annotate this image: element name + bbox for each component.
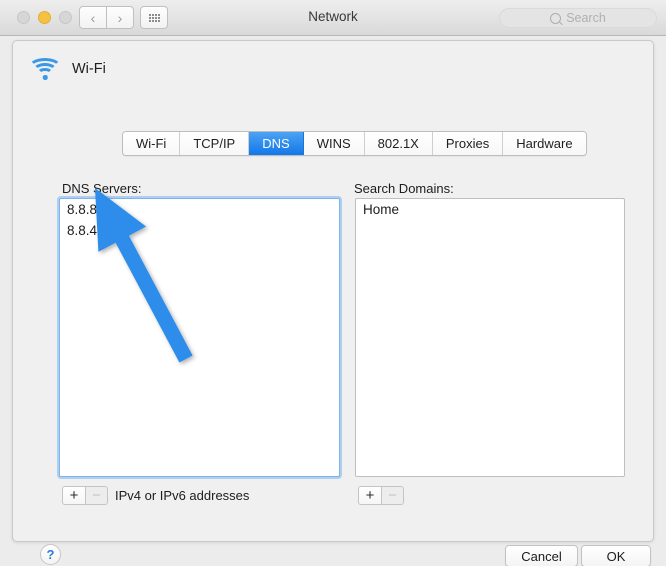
settings-tab-bar: Wi-Fi TCP/IP DNS WINS 802.1X Proxies Har… bbox=[122, 131, 587, 156]
tab-proxies[interactable]: Proxies bbox=[432, 132, 504, 155]
add-dns-server-button[interactable]: + bbox=[62, 486, 85, 505]
list-item[interactable]: 8.8.8.8 bbox=[60, 199, 339, 220]
dns-settings-sheet: Wi-Fi Wi-Fi TCP/IP DNS WINS 802.1X Proxi… bbox=[12, 40, 654, 566]
dns-servers-caption: IPv4 or IPv6 addresses bbox=[115, 488, 250, 503]
network-preferences-window: ‹ › Network Search Wi-Fi Wi-Fi TCP/IP DN… bbox=[0, 0, 666, 566]
dns-servers-add-remove-group: + − bbox=[62, 486, 108, 505]
search-icon bbox=[550, 12, 562, 24]
tab-hardware[interactable]: Hardware bbox=[503, 132, 586, 155]
tab-tcpip[interactable]: TCP/IP bbox=[180, 132, 250, 155]
tab-wins[interactable]: WINS bbox=[303, 132, 365, 155]
dns-servers-label: DNS Servers: bbox=[62, 181, 142, 196]
wifi-icon bbox=[28, 57, 62, 81]
list-item[interactable]: 8.8.4.4 bbox=[60, 220, 339, 241]
window-titlebar: ‹ › Network Search bbox=[0, 0, 666, 36]
add-search-domain-button[interactable]: + bbox=[358, 486, 381, 505]
service-header: Wi-Fi bbox=[28, 57, 106, 81]
service-name-label: Wi-Fi bbox=[72, 61, 106, 77]
tab-8021x[interactable]: 802.1X bbox=[364, 132, 433, 155]
ok-button[interactable]: OK bbox=[581, 545, 651, 566]
tab-wifi[interactable]: Wi-Fi bbox=[123, 132, 181, 155]
search-domains-list[interactable]: Home bbox=[355, 198, 625, 477]
search-domains-add-remove-group: + − bbox=[358, 486, 404, 505]
list-item[interactable]: Home bbox=[356, 199, 624, 220]
tab-dns[interactable]: DNS bbox=[249, 132, 304, 155]
remove-dns-server-button[interactable]: − bbox=[85, 486, 108, 505]
remove-search-domain-button[interactable]: − bbox=[381, 486, 404, 505]
help-button[interactable]: ? bbox=[40, 544, 61, 565]
cancel-button[interactable]: Cancel bbox=[505, 545, 578, 566]
search-placeholder: Search bbox=[566, 11, 606, 25]
search-domains-label: Search Domains: bbox=[354, 181, 454, 196]
search-input[interactable]: Search bbox=[499, 8, 657, 28]
dns-servers-list[interactable]: 8.8.8.8 8.8.4.4 bbox=[59, 198, 340, 477]
